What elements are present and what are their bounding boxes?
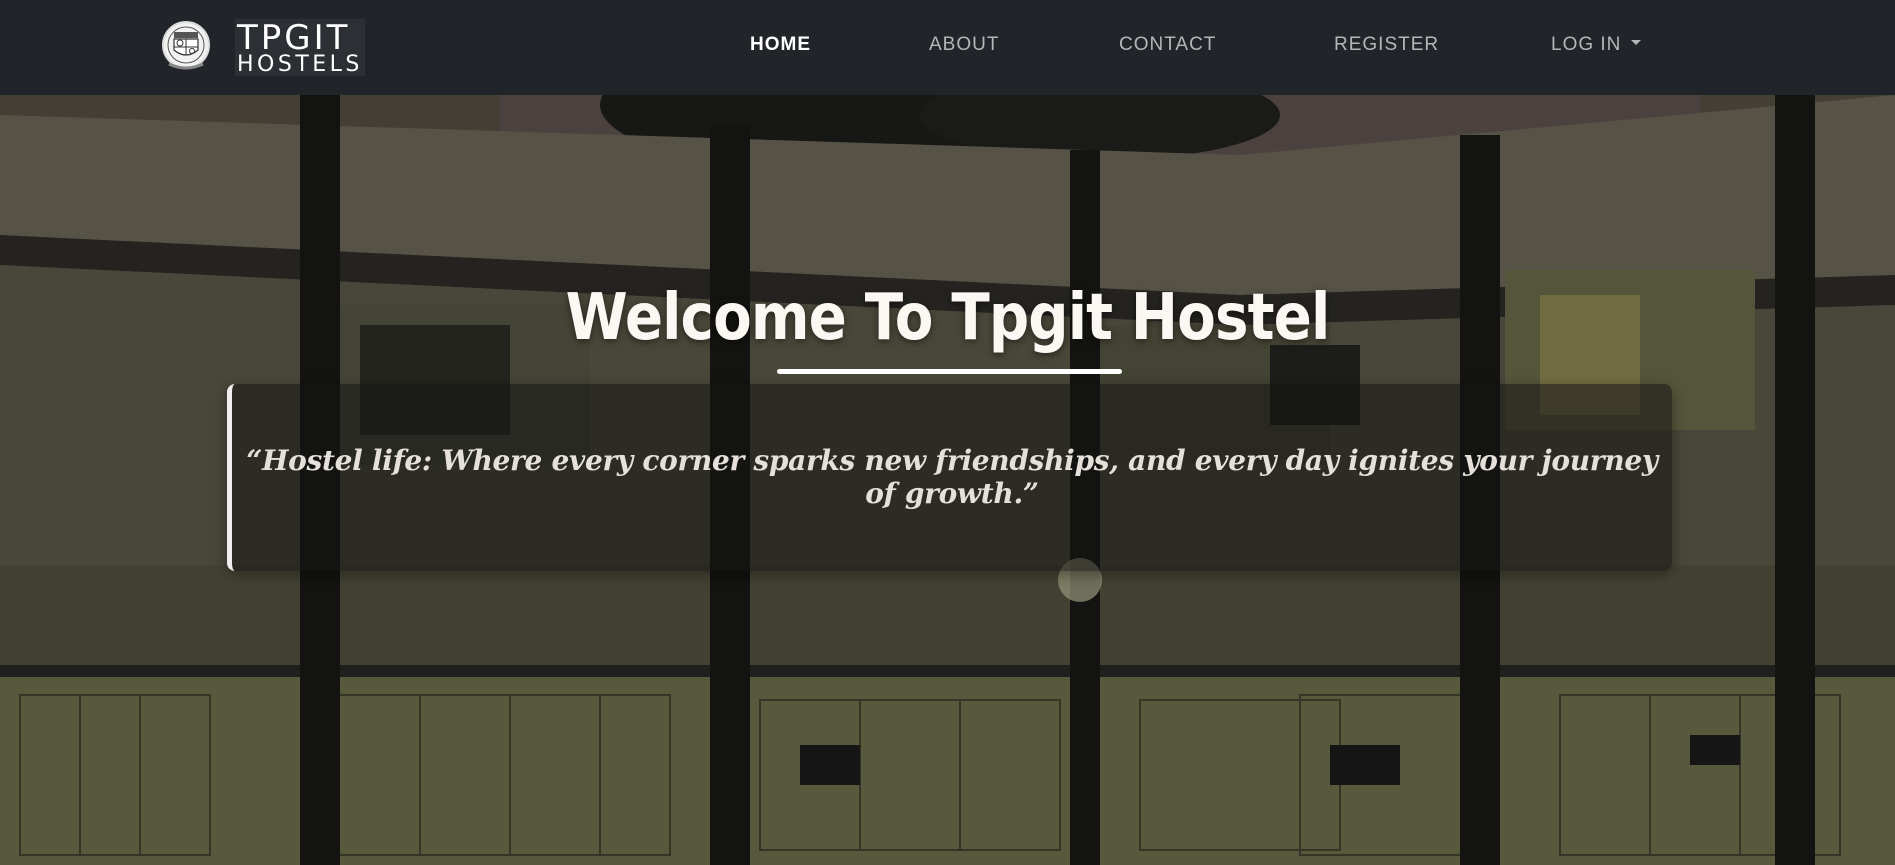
navbar: TPGIT HOSTELS HOME ABOUT CONTACT REGISTE…	[0, 0, 1895, 95]
nav-login-dropdown[interactable]: LOG IN	[1551, 34, 1642, 56]
hero-quote: “Hostel life: Where every corner sparks …	[246, 444, 1658, 510]
nav-register-link[interactable]: REGISTER	[1334, 34, 1439, 56]
hero-section: Welcome To Tpgit Hostel “Hostel life: Wh…	[0, 95, 1895, 865]
nav-links: HOME ABOUT CONTACT REGISTER LOG IN	[0, 0, 1895, 95]
nav-home-link[interactable]: HOME	[750, 34, 811, 56]
nav-login-label: LOG IN	[1551, 34, 1622, 55]
nav-about-link[interactable]: ABOUT	[929, 34, 999, 56]
caret-down-icon	[1631, 40, 1642, 46]
quote-card: “Hostel life: Where every corner sparks …	[227, 384, 1672, 571]
nav-contact-link[interactable]: CONTACT	[1119, 34, 1216, 56]
hero-title-underline	[777, 369, 1122, 374]
hero-title: Welcome To Tpgit Hostel	[565, 281, 1331, 355]
